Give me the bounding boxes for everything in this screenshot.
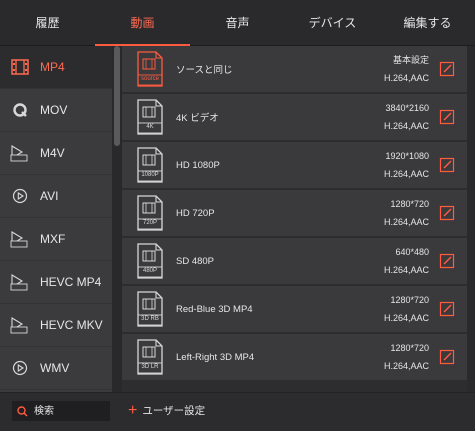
edit-icon[interactable] [439,253,455,269]
preset-spec: 3840*2160 H.264,AAC [384,99,429,135]
preset-badge: 720P [142,220,157,226]
preset-spec: 1280*720 H.264,AAC [384,339,429,375]
preset-resolution: 基本設定 [392,55,429,65]
preset-name: Left-Right 3D MP4 [176,351,255,363]
preset-spec: 1920*1080 H.264,AAC [384,147,429,183]
preset-spec: 1280*720 H.264,AAC [384,195,429,231]
preset-row-3[interactable]: 720P HD 720P 1280*720 H.264,AAC [122,190,467,238]
add-custom-button[interactable]: + ユーザー設定 [128,401,206,419]
hevc-icon [10,272,30,292]
preset-badge: 1080P [141,172,159,178]
preset-resolution: 3840*2160 [385,103,429,113]
edit-icon[interactable] [439,349,455,365]
preset-badge: 3D RB [141,316,159,322]
search-input[interactable] [32,404,106,418]
preset-badge: source [140,76,159,82]
preset-row-1[interactable]: 4K 4K ビデオ 3840*2160 H.264,AAC [122,94,467,142]
preset-codec: H.264,AAC [383,265,429,275]
search-icon [17,405,28,417]
preset-spec: 基本設定 H.264,AAC [384,51,429,87]
tab-1[interactable]: 動画 [95,0,190,46]
tab-0[interactable]: 履歴 [0,0,95,45]
format-list: MP4 MOV M4V AVI MXF HEVC MP4 HEVC MKV WMV [0,46,112,392]
format-item-0[interactable]: MP4 [0,46,112,89]
preset-spec: 1280*720 H.264,AAC [384,291,429,327]
tab-3[interactable]: デバイス [285,0,380,45]
edit-icon[interactable] [439,301,455,317]
format-label: MP4 [40,60,65,74]
preset-spec: 640*480 H.264,AAC [384,243,429,279]
preset-name: SD 480P [176,255,215,267]
format-label: HEVC MKV [40,318,103,332]
preset-codec: H.264,AAC [383,73,429,83]
edit-icon[interactable] [439,205,455,221]
preset-list-scrollbar[interactable] [467,46,475,392]
preset-resolution: 1920*1080 [385,151,429,161]
edit-icon[interactable] [439,61,455,77]
preset-name: Red-Blue 3D MP4 [176,303,253,315]
format-label: MOV [40,103,68,117]
format-item-1[interactable]: MOV [0,89,112,132]
format-item-6[interactable]: HEVC MKV [0,304,112,347]
search-box[interactable] [12,401,110,421]
preset-badge: 4K [146,124,154,130]
preset-name: HD 720P [176,207,215,219]
preset-name: 4K ビデオ [176,113,219,124]
format-item-2[interactable]: M4V [0,132,112,175]
preset-badge: 480P [142,268,157,274]
preset-codec: H.264,AAC [383,169,429,179]
preset-row-2[interactable]: 1080P HD 1080P 1920*1080 H.264,AAC [122,142,467,190]
custom-label: ユーザー設定 [142,405,206,417]
plus-icon: + [128,401,138,419]
preset-resolution: 1280*720 [390,199,429,209]
bottom-bar: + ユーザー設定 [0,392,475,431]
format-item-3[interactable]: AVI [0,175,112,218]
preset-name: HD 1080P [176,159,220,171]
preset-name: ソースと同じ [176,65,233,76]
scrollbar-thumb[interactable] [114,46,120,146]
preset-list: source ソースと同じ 基本設定 H.264,AAC 4K 4K ビデオ 3840*21… [122,46,467,392]
mxf-icon [10,229,30,249]
format-label: WMV [40,361,70,375]
preset-codec: H.264,AAC [383,121,429,131]
edit-icon[interactable] [439,157,455,173]
edit-icon[interactable] [439,109,455,125]
format-list-scrollbar[interactable] [112,46,122,392]
play-circle-icon [10,358,30,378]
tab-4[interactable]: 編集する [380,0,475,45]
preset-codec: H.264,AAC [383,313,429,323]
format-item-4[interactable]: MXF [0,218,112,261]
film-icon [10,57,30,77]
preset-row-5[interactable]: 3D RB Red-Blue 3D MP4 1280*720 H.264,AAC [122,286,467,334]
preset-resolution: 640*480 [395,247,429,257]
play-circle-icon [10,186,30,206]
preset-row-0[interactable]: source ソースと同じ 基本設定 H.264,AAC [122,46,467,94]
tab-2[interactable]: 音声 [190,0,285,45]
preset-resolution: 1280*720 [390,295,429,305]
format-label: HEVC MP4 [40,275,102,289]
preset-row-4[interactable]: 480P SD 480P 640*480 H.264,AAC [122,238,467,286]
format-item-5[interactable]: HEVC MP4 [0,261,112,304]
m4v-icon [10,143,30,163]
preset-resolution: 1280*720 [390,343,429,353]
hevc-icon [10,315,30,335]
preset-codec: H.264,AAC [383,217,429,227]
format-item-7[interactable]: WMV [0,347,112,390]
format-label: AVI [40,189,59,203]
preset-codec: H.264,AAC [383,361,429,371]
preset-row-6[interactable]: 3D LR Left-Right 3D MP4 1280*720 H.264,AAC [122,334,467,382]
preset-badge: 3D LR [141,364,159,370]
format-label: M4V [40,146,65,160]
quicktime-icon [10,100,30,120]
format-label: MXF [40,232,66,246]
tab-bar: 履歴 動画 音声 デバイス 編集する [0,0,475,46]
